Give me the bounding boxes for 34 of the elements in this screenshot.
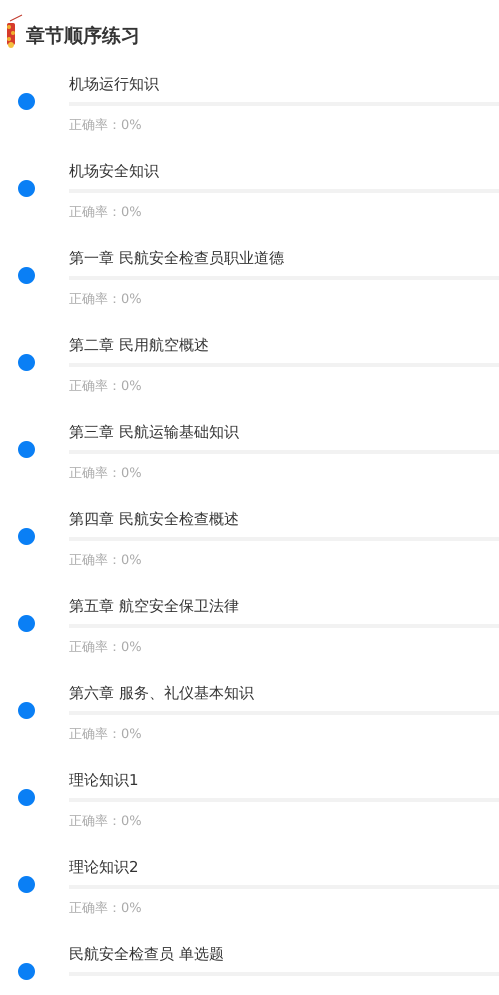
bullet-icon — [18, 93, 35, 110]
chapter-title[interactable]: 第六章 服务、礼仪基本知识 — [69, 683, 499, 703]
accuracy-text: 正确率：0% — [69, 378, 143, 395]
page-title: 章节顺序练习 — [26, 24, 140, 49]
chapter-title[interactable]: 第一章 民航安全检查员职业道德 — [69, 248, 499, 268]
accuracy-text: 正确率：0% — [69, 726, 143, 743]
bullet-icon — [18, 789, 35, 806]
chapter-title[interactable]: 理论知识2 — [69, 857, 499, 877]
accuracy-text: 正确率：0% — [69, 291, 143, 308]
accuracy-text: 正确率：0% — [69, 465, 143, 482]
bullet-icon — [18, 441, 35, 458]
bullet-icon — [18, 963, 35, 980]
bullet-icon — [18, 615, 35, 632]
bullet-icon — [18, 528, 35, 545]
chapter-title[interactable]: 第五章 航空安全保卫法律 — [69, 596, 499, 616]
accuracy-text: 正确率：0% — [69, 900, 143, 917]
bullet-icon — [18, 876, 35, 893]
chapter-title[interactable]: 机场运行知识 — [69, 74, 499, 94]
chapter-title[interactable]: 理论知识1 — [69, 770, 499, 790]
accuracy-text: 正确率：0% — [69, 813, 143, 830]
chapter-title[interactable]: 第三章 民航运输基础知识 — [69, 422, 499, 442]
accuracy-text: 正确率：0% — [69, 204, 143, 221]
firecracker-icon — [4, 13, 24, 51]
accuracy-text: 正确率：0% — [69, 552, 143, 569]
accuracy-text: 正确率：0% — [69, 117, 143, 134]
bullet-icon — [18, 180, 35, 197]
bullet-icon — [18, 354, 35, 371]
chapter-title[interactable]: 第四章 民航安全检查概述 — [69, 509, 499, 529]
bullet-icon — [18, 267, 35, 284]
bullet-icon — [18, 702, 35, 719]
accuracy-text: 正确率：0% — [69, 639, 143, 656]
chapter-title[interactable]: 第二章 民用航空概述 — [69, 335, 499, 355]
chapter-title[interactable]: 机场安全知识 — [69, 161, 499, 181]
chapter-title[interactable]: 民航安全检查员 单选题 — [69, 944, 499, 964]
